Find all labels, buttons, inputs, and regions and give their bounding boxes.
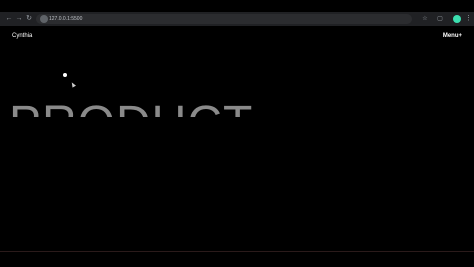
site-brand[interactable]: Cynthia <box>12 32 32 40</box>
page-viewport: Cynthia Menu+ PRODUCT <box>0 26 474 251</box>
reload-icon[interactable]: ↻ <box>24 14 34 24</box>
browser-menu-icon[interactable]: ⋮ <box>465 14 472 24</box>
hero-reveal-mask: PRODUCT <box>0 100 474 117</box>
mouse-pointer-icon <box>70 81 76 88</box>
site-info-icon[interactable] <box>40 15 48 23</box>
bottom-divider <box>0 251 474 252</box>
address-bar[interactable]: 127.0.0.1:5500 <box>36 14 412 24</box>
menu-button[interactable]: Menu+ <box>443 32 462 40</box>
extensions-icon[interactable]: ▢ <box>436 15 444 23</box>
bookmark-star-icon[interactable]: ☆ <box>421 15 429 23</box>
custom-cursor-dot <box>63 73 67 77</box>
screen: ← → ↻ 127.0.0.1:5500 ☆ ▢ ⋮ Cynthia Menu+… <box>0 0 474 267</box>
forward-arrow-icon[interactable]: → <box>14 14 24 24</box>
hero-heading: PRODUCT <box>9 100 253 117</box>
back-arrow-icon[interactable]: ← <box>4 14 14 24</box>
tab-strip <box>0 0 474 12</box>
url-text: 127.0.0.1:5500 <box>49 16 83 22</box>
profile-avatar[interactable] <box>453 15 461 23</box>
